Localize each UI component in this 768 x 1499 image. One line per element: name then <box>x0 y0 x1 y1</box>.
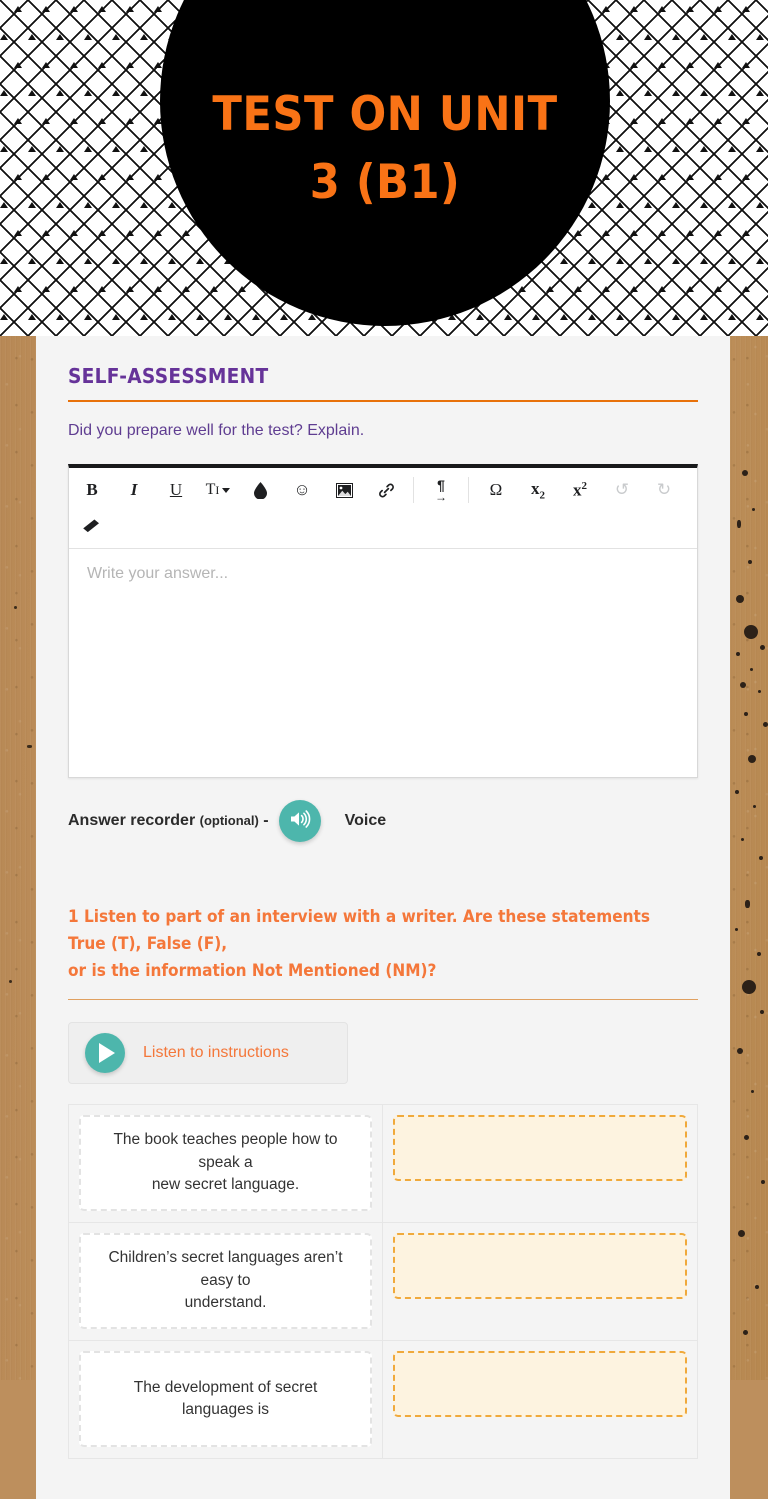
voice-label: Voice <box>344 812 387 830</box>
clear-formatting-icon[interactable] <box>71 508 113 544</box>
toolbar-separator <box>413 477 414 504</box>
insert-link-icon[interactable] <box>365 472 407 508</box>
recorder-optional-text: (optional) <box>199 813 259 829</box>
answer-recorder-row: Answer recorder (optional) - Voice <box>68 800 698 843</box>
insert-image-icon[interactable] <box>323 472 365 508</box>
recorder-label: Answer recorder (optional) - <box>68 812 269 830</box>
statement-cell: The development of secret languages is <box>69 1340 383 1458</box>
redo-icon[interactable]: ↻ <box>643 472 685 508</box>
emoji-icon[interactable]: ☺ <box>281 472 323 508</box>
section-divider <box>68 400 698 402</box>
speaker-icon <box>288 807 312 836</box>
special-character-icon[interactable]: Ω <box>475 472 517 508</box>
table-row: Children’s secret languages aren’t easy … <box>69 1222 697 1341</box>
self-assessment-prompt: Did you prepare well for the test? Expla… <box>68 422 365 439</box>
section-title-self-assessment: Self-assessment <box>68 364 269 388</box>
answer-drop-zone[interactable] <box>393 1114 687 1181</box>
editor-toolbar[interactable]: B I U T I ☺ ¶ → Ωx2 x2 ↺ ↻ <box>69 468 697 550</box>
answer-placeholder: Write your answer... <box>87 565 229 583</box>
answer-drop-zone[interactable] <box>393 1350 687 1417</box>
italic-icon[interactable]: I <box>113 472 155 508</box>
text-color-icon[interactable] <box>239 472 281 508</box>
statement-card: The book teaches people how to speak a n… <box>79 1115 372 1212</box>
worksheet-content-card: Self-assessment Did you prepare well for… <box>36 336 730 1499</box>
play-icon <box>99 1042 115 1063</box>
font-size-icon[interactable]: TI <box>197 472 239 508</box>
recorder-label-text: Answer recorder <box>68 812 196 830</box>
undo-icon[interactable]: ↺ <box>601 472 643 508</box>
question-1-instruction: 1 Listen to part of an interview with a … <box>68 907 651 980</box>
statement-cell: Children’s secret languages aren’t easy … <box>69 1222 383 1340</box>
text-direction-icon[interactable]: ¶ → <box>420 472 462 508</box>
table-row: The book teaches people how to speak a n… <box>69 1104 697 1223</box>
voice-record-button[interactable] <box>278 800 321 843</box>
answer-cell <box>383 1105 697 1222</box>
rich-text-editor[interactable]: B I U T I ☺ ¶ → Ωx2 x2 ↺ ↻ Write your answer... <box>68 464 698 779</box>
listen-label: Listen to instructions <box>143 1043 289 1061</box>
subscript-icon[interactable]: x2 <box>517 472 559 508</box>
bold-icon[interactable]: B <box>71 472 113 508</box>
table-row: The development of secret languages is <box>69 1340 697 1459</box>
statement-card: Children’s secret languages aren’t easy … <box>79 1233 372 1330</box>
page-title: Test on Unit 3 (B1) <box>212 86 558 210</box>
answer-textarea[interactable]: Write your answer... <box>69 549 697 777</box>
statement-card: The development of secret languages is <box>79 1351 372 1448</box>
statements-table: The book teaches people how to speak a n… <box>68 1103 698 1459</box>
play-audio-button[interactable] <box>85 1032 125 1073</box>
superscript-icon[interactable]: x2 <box>559 472 601 508</box>
answer-drop-zone[interactable] <box>393 1232 687 1299</box>
answer-cell <box>383 1341 697 1458</box>
statement-cell: The book teaches people how to speak a n… <box>69 1104 383 1222</box>
toolbar-separator <box>468 477 469 504</box>
recorder-dash: - <box>263 812 269 830</box>
underline-icon[interactable]: U <box>155 472 197 508</box>
listen-to-instructions-bar[interactable]: Listen to instructions <box>68 1021 348 1084</box>
header-banner: Test on Unit 3 (B1) <box>0 0 768 336</box>
question-1-block: 1 Listen to part of an interview with a … <box>68 904 698 1459</box>
question-divider <box>68 998 698 1000</box>
answer-cell <box>383 1223 697 1340</box>
